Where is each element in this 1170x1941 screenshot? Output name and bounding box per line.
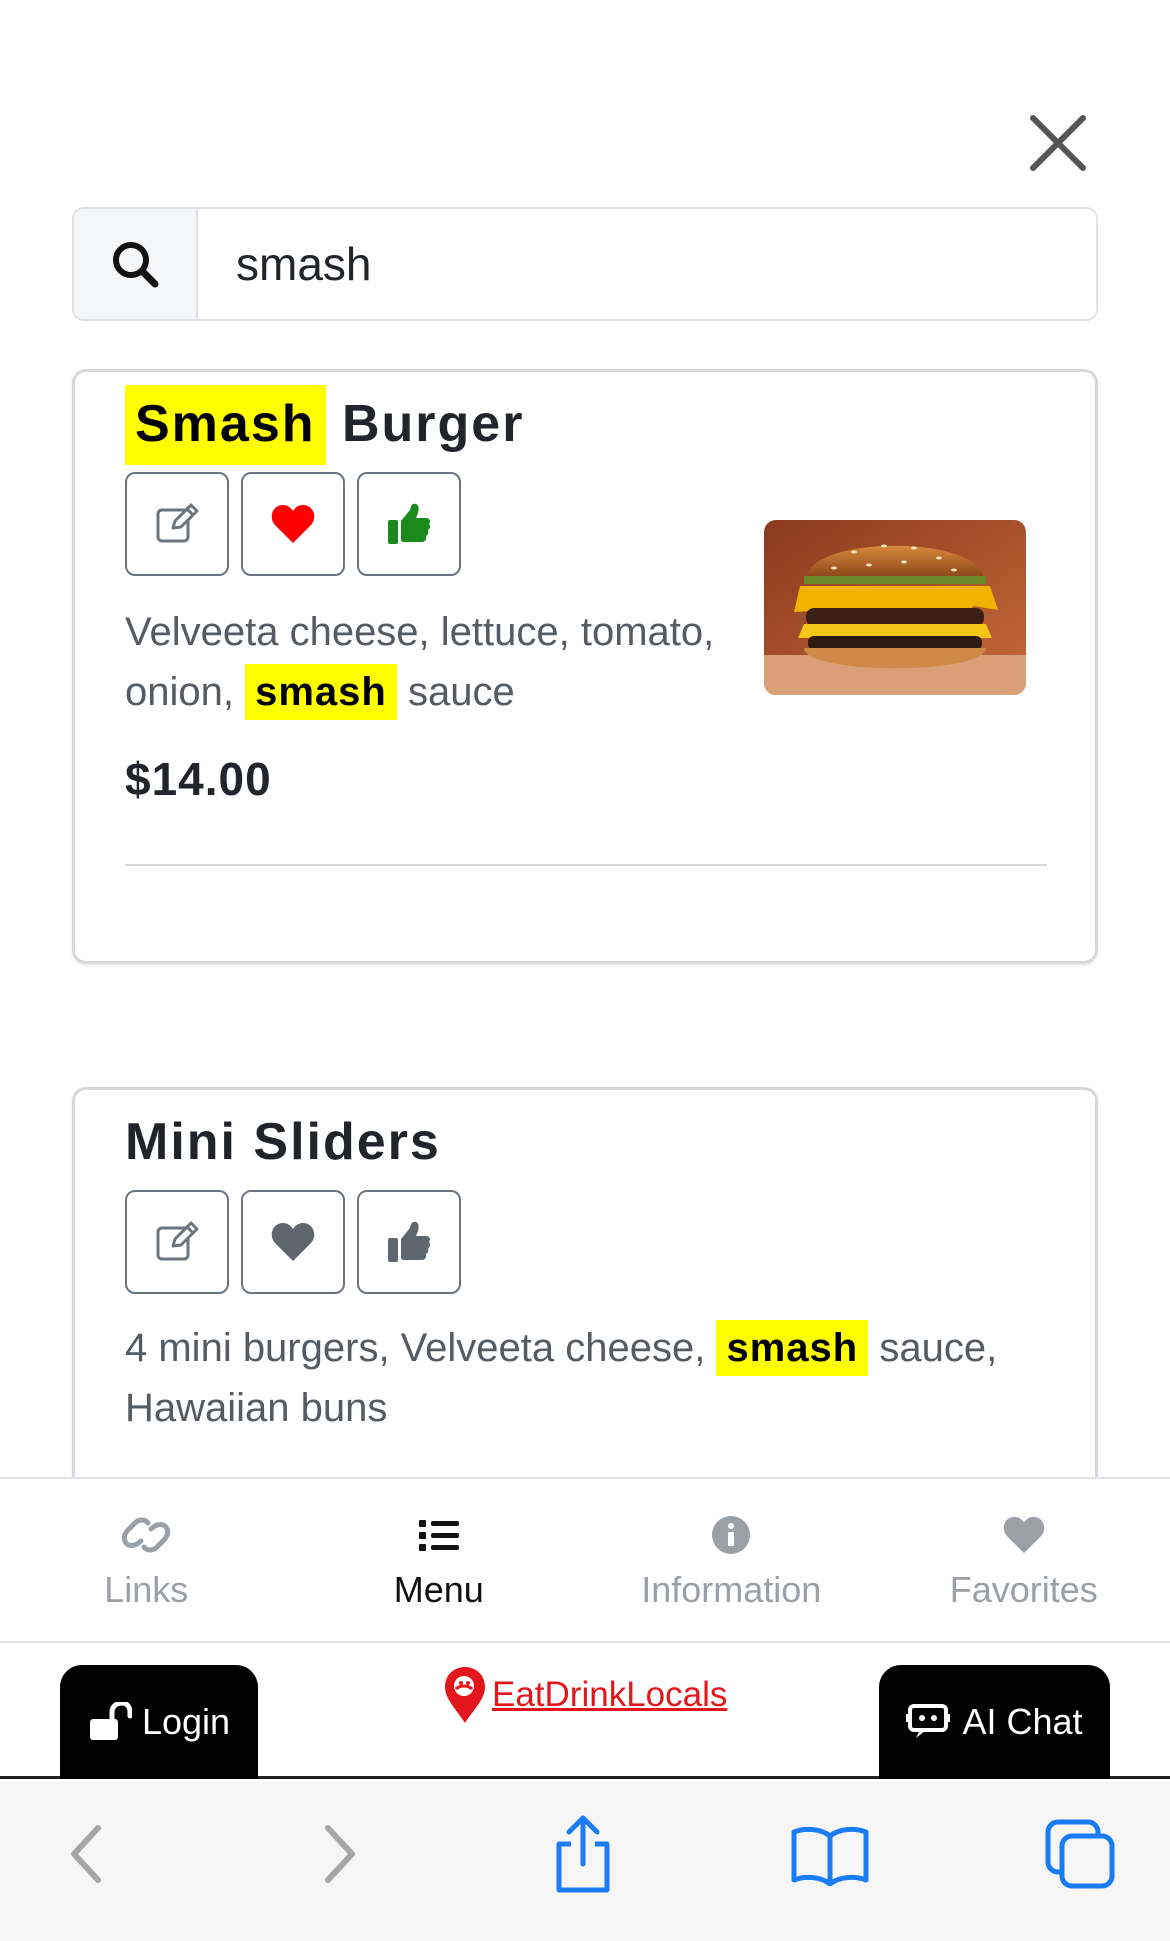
item-description: 4 mini burgers, Velveeta cheese, smash s…: [125, 1318, 1065, 1438]
link-icon: [121, 1517, 171, 1553]
heart-icon: [271, 1223, 315, 1261]
item-title: Smash Burger: [125, 385, 525, 465]
like-button[interactable]: [357, 1190, 461, 1294]
item-description: Velveeta cheese, lettuce, tomato, onion,…: [125, 602, 725, 722]
chevron-left-icon: [71, 1825, 101, 1883]
unlock-icon: [89, 1702, 132, 1740]
edit-icon: [156, 503, 199, 543]
edit-note-button[interactable]: [125, 472, 229, 576]
brand-name: EatDrinkLocals: [492, 1675, 728, 1714]
tab-favorites[interactable]: Favorites: [878, 1479, 1170, 1641]
card-divider: [125, 864, 1047, 866]
thumbs-up-icon: [388, 503, 431, 544]
back-button[interactable]: [46, 1814, 126, 1894]
menu-item-card[interactable]: Smash Burger Velveeta cheese, lettuce, t…: [72, 369, 1098, 964]
chat-bot-icon: [906, 1704, 951, 1738]
item-title-rest: Burger: [341, 395, 525, 453]
heart-icon: [271, 505, 315, 543]
forward-button[interactable]: [300, 1814, 380, 1894]
tab-information[interactable]: Information: [585, 1479, 878, 1641]
chevron-right-icon: [325, 1825, 355, 1883]
share-button[interactable]: [543, 1814, 623, 1894]
item-title: Mini Sliders: [125, 1113, 441, 1171]
tab-links[interactable]: Links: [0, 1479, 293, 1641]
favorite-button[interactable]: [241, 1190, 345, 1294]
tab-menu[interactable]: Menu: [293, 1479, 586, 1641]
bottom-tab-bar: Links Menu Information Favorites: [0, 1477, 1170, 1643]
item-actions: [125, 1190, 461, 1294]
description-text: sauce: [407, 670, 515, 714]
info-icon: [712, 1516, 751, 1554]
description-text: 4 mini burgers, Velveeta cheese,: [125, 1326, 706, 1370]
item-actions: [125, 472, 461, 576]
tabs-icon: [1045, 1819, 1115, 1889]
book-icon: [791, 1826, 869, 1886]
login-button[interactable]: Login: [60, 1665, 258, 1779]
tab-label: Information: [641, 1569, 822, 1610]
menu-item-card[interactable]: Mini Sliders 4 mini burgers, Velveeta ch…: [72, 1087, 1098, 1477]
tab-label: Links: [104, 1569, 189, 1610]
tab-label: Menu: [393, 1569, 484, 1610]
thumbs-up-icon: [388, 1221, 431, 1262]
dish-photo: [764, 520, 1026, 695]
ai-chat-button[interactable]: AI Chat: [879, 1665, 1110, 1779]
tabs-button[interactable]: [1040, 1814, 1120, 1894]
like-button[interactable]: [357, 472, 461, 576]
edit-note-button[interactable]: [125, 1190, 229, 1294]
list-icon: [418, 1520, 459, 1551]
tab-label: Favorites: [949, 1569, 1098, 1610]
item-price: $14.00: [125, 753, 272, 805]
location-pin-icon: [445, 1667, 485, 1723]
brand-link[interactable]: EatDrinkLocals: [442, 1665, 727, 1725]
ai-chat-label: AI Chat: [962, 1701, 1083, 1742]
search-highlight: smash: [716, 1320, 869, 1376]
edit-icon: [156, 1221, 199, 1261]
brand-bar: Login EatDrinkLocals AI Chat: [0, 1643, 1170, 1779]
search-highlight: Smash: [125, 385, 326, 465]
browser-toolbar: [0, 1782, 1170, 1941]
bookmarks-button[interactable]: [790, 1814, 870, 1894]
search-highlight: smash: [245, 664, 397, 720]
login-label: Login: [141, 1701, 231, 1742]
results-list: Smash Burger Velveeta cheese, lettuce, t…: [0, 0, 1170, 1477]
favorite-button[interactable]: [241, 472, 345, 576]
share-icon: [556, 1815, 610, 1893]
heart-icon: [1003, 1516, 1045, 1554]
